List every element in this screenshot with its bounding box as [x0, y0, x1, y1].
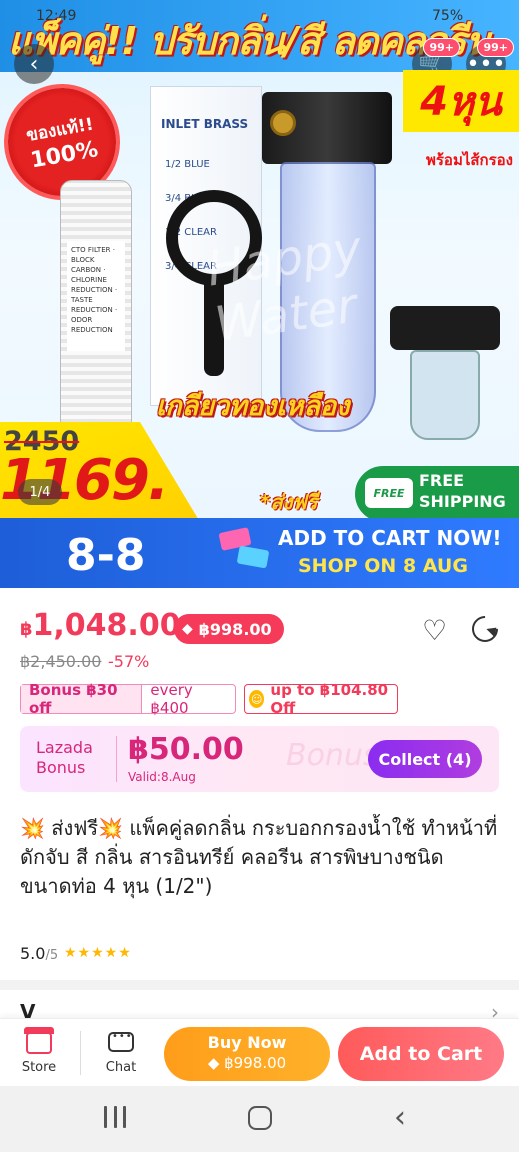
- lazada-bonus-card: Lazada Bonus ฿50.00 Valid:8.Aug Bonus Co…: [20, 726, 499, 792]
- bonus-amount: ฿50.00: [128, 732, 244, 767]
- cartridge-image: CTO FILTER · BLOCK CARBON · CHLORINE RED…: [60, 180, 132, 448]
- bonus-divider: [116, 736, 117, 782]
- bonus-validity: Valid:8.Aug: [128, 770, 196, 784]
- free-shipping-thai: *ส่งฟรี: [260, 490, 318, 514]
- voucher-icon: ◆: [182, 621, 193, 637]
- free-shipping-badge: FREE FREE SHIPPING: [355, 466, 519, 522]
- bonus-ghost-text: Bonus: [286, 738, 379, 773]
- cart-count-badge: 99+: [423, 38, 460, 57]
- promo-88-logo: 8-8: [66, 530, 146, 581]
- bottom-action-bar: Store Chat Buy Now ◆ ฿998.00 Add to Cart: [0, 1018, 519, 1086]
- share-icon[interactable]: [466, 610, 504, 648]
- recents-icon[interactable]: [104, 1106, 126, 1130]
- brass-thread-label: เกลียวทองเหลือง: [156, 391, 350, 422]
- home-icon[interactable]: [248, 1106, 272, 1130]
- small-filter-image: [390, 306, 500, 446]
- collect-bonus-button[interactable]: Collect (4): [368, 740, 482, 778]
- lazada-bonus-brand: Lazada Bonus: [36, 738, 93, 777]
- wishlist-heart-icon[interactable]: ♡: [422, 614, 447, 647]
- price-row: ฿1,048.00 ◆ ฿998.00 ♡: [0, 604, 519, 652]
- back-chevron-icon: ‹: [29, 51, 39, 77]
- back-icon[interactable]: ‹: [394, 1100, 406, 1135]
- rating-score[interactable]: 5.0/5: [20, 944, 58, 963]
- store-icon: [24, 1026, 54, 1054]
- chat-icon: [108, 1031, 134, 1052]
- coin-icon: ☺: [249, 690, 265, 708]
- section-divider: [0, 980, 519, 990]
- bonus-chip[interactable]: Bonus ฿30 off every ฿400: [20, 681, 236, 717]
- back-button[interactable]: ‹: [14, 44, 54, 84]
- add-to-cart-button[interactable]: Add to Cart: [338, 1027, 504, 1081]
- status-time: 12:49: [36, 8, 77, 24]
- with-filter-label: พร้อมไส้กรอง: [425, 151, 513, 169]
- size-tag: 4หุน: [403, 70, 519, 132]
- current-price: ฿1,048.00: [20, 608, 181, 643]
- product-page: แพ็คคู่!! ปรับกลิ่น/สี ลดคลอรีน 12:49 75…: [0, 0, 519, 1152]
- promo-add-to-cart-text: ADD TO CART NOW!: [278, 526, 502, 550]
- buy-now-button[interactable]: Buy Now ◆ ฿998.00: [164, 1027, 330, 1081]
- product-image-carousel[interactable]: แพ็คคู่!! ปรับกลิ่น/สี ลดคลอรีน 12:49 75…: [0, 0, 519, 588]
- voucher-tickets-icon: [218, 527, 272, 569]
- product-title: 💥 ส่งฟรี💥 แพ็คคู่ลดกลิ่น กระบอกกรองน้ำใช…: [20, 816, 498, 898]
- coins-chip[interactable]: ☺ up to ฿104.80 Off: [244, 681, 398, 717]
- original-price: ฿2,450.00: [20, 652, 102, 671]
- truck-icon: FREE: [365, 478, 413, 508]
- image-counter: 1/4: [18, 479, 62, 505]
- voucher-icon: ◆: [207, 1054, 225, 1072]
- chat-button[interactable]: Chat: [82, 1019, 160, 1087]
- rating-stars-icon: ★★★★★: [64, 945, 132, 961]
- promo-date-text: SHOP ON 8 AUG: [298, 555, 468, 577]
- system-navigation-bar: ‹: [0, 1086, 519, 1152]
- discount-percent: -57%: [108, 652, 150, 671]
- store-button[interactable]: Store: [0, 1019, 78, 1087]
- action-bar-divider: [80, 1031, 81, 1075]
- more-count-badge: 99+: [477, 38, 514, 57]
- status-battery: 75%: [432, 8, 464, 24]
- voucher-price-badge[interactable]: ◆ ฿998.00: [174, 614, 284, 644]
